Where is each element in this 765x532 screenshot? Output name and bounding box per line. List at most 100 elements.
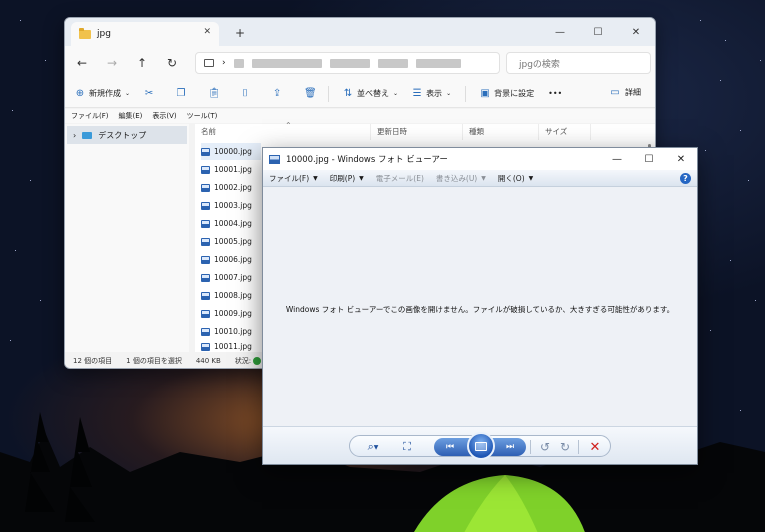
desktop-icon	[82, 131, 93, 139]
image-file-icon	[201, 219, 210, 228]
star	[748, 180, 749, 181]
delete-icon[interactable]: 🗑︎	[304, 88, 317, 99]
selection-count: 1 個の項目を選択	[126, 357, 182, 365]
details-button[interactable]: ▭ 詳細	[610, 87, 641, 98]
copy-icon[interactable]: ❐	[176, 88, 186, 99]
caret-down-icon: ▼	[528, 174, 534, 182]
help-icon[interactable]: ?	[680, 173, 691, 184]
viewer-titlebar: 10000.jpg - Windows フォト ビューアー — ☐ ✕	[263, 148, 697, 170]
star	[45, 60, 46, 61]
cut-icon[interactable]: ✂	[144, 88, 154, 99]
folder-icon	[79, 27, 91, 39]
image-file-icon	[201, 255, 210, 264]
column-header-size[interactable]: サイズ	[539, 124, 591, 140]
toolbar-divider	[465, 85, 467, 102]
menu-file[interactable]: ファイル(F) ▼	[269, 173, 318, 184]
error-message: Windows フォト ビューアーでこの画像を開けません。ファイルが破損している…	[285, 305, 675, 314]
search-input[interactable]: jpgの検索	[506, 52, 651, 74]
rotate-ccw-icon[interactable]: ↺	[536, 439, 554, 455]
blurred-path-segment	[415, 58, 461, 68]
menu-edit[interactable]: 編集(E)	[119, 111, 143, 121]
control-divider	[530, 440, 531, 454]
column-header-name[interactable]: 名前	[195, 124, 371, 140]
address-input[interactable]: ›	[195, 52, 500, 74]
star	[755, 300, 756, 301]
new-button[interactable]: ⊕ 新規作成 ⌄	[75, 88, 130, 99]
star	[725, 40, 726, 41]
close-icon[interactable]: ✕	[665, 148, 697, 170]
refresh-icon[interactable]: ↻	[157, 56, 187, 70]
delete-icon[interactable]: ✕	[586, 439, 604, 455]
sort-icon: ⇅	[343, 87, 353, 99]
star	[20, 20, 21, 21]
chevron-down-icon: ⌄	[393, 90, 399, 97]
explorer-tab[interactable]: jpg ✕	[71, 22, 219, 46]
blurred-path-segment	[233, 58, 244, 68]
star	[700, 20, 701, 21]
image-canvas: Windows フォト ビューアーでこの画像を開けません。ファイルが破損している…	[263, 188, 697, 428]
star	[710, 330, 711, 331]
chevron-down-icon: ⌄	[446, 90, 452, 97]
menu-email[interactable]: 電子メール(E)	[376, 173, 424, 184]
expand-chevron-icon[interactable]: ›	[73, 131, 76, 140]
nav-item-desktop[interactable]: › デスクトップ	[67, 126, 187, 144]
image-file-icon	[201, 342, 210, 351]
chevron-right-icon: ›	[222, 58, 226, 68]
minimize-icon[interactable]: —	[601, 148, 633, 170]
caret-down-icon: ▼	[481, 174, 486, 182]
slideshow-icon	[475, 441, 487, 451]
column-header-modified[interactable]: 更新日時	[371, 124, 463, 140]
star	[760, 60, 761, 61]
star	[15, 250, 16, 251]
maximize-icon[interactable]: ☐	[579, 18, 617, 46]
rotate-cw-icon[interactable]: ↻	[556, 439, 574, 455]
maximize-icon[interactable]: ☐	[633, 148, 665, 170]
view-icon: ☰	[412, 87, 422, 99]
next-icon[interactable]: ⏭	[500, 440, 520, 454]
sort-button[interactable]: ⇅ 並べ替え ⌄	[343, 88, 398, 99]
tab-close-icon[interactable]: ✕	[203, 27, 211, 37]
back-icon[interactable]: ←	[67, 56, 97, 70]
previous-icon[interactable]: ⏮	[440, 440, 460, 454]
image-file-icon	[201, 291, 210, 300]
share-icon[interactable]: ⇪	[272, 88, 282, 99]
menu-burn[interactable]: 書き込み(U) ▼	[436, 173, 486, 184]
photo-viewer-app-icon	[269, 154, 280, 164]
actual-size-icon[interactable]: ⛶	[398, 439, 416, 455]
explorer-menubar: ファイル(F) 編集(E) 表示(V) ツール(T)	[65, 109, 655, 123]
minimize-icon[interactable]: —	[541, 18, 579, 46]
up-icon[interactable]: ↑	[127, 56, 157, 70]
set-background-button[interactable]: ▣ 背景に設定	[480, 88, 534, 99]
close-icon[interactable]: ✕	[617, 18, 655, 46]
chevron-down-icon: ⌄	[125, 90, 131, 97]
star	[740, 410, 741, 411]
wallpaper-icon: ▣	[480, 87, 490, 99]
star	[705, 150, 706, 151]
menu-view[interactable]: 表示(V)	[152, 111, 176, 121]
menu-print[interactable]: 印刷(P) ▼	[330, 173, 364, 184]
details-pane-icon: ▭	[610, 86, 620, 98]
more-button[interactable]: •••	[548, 89, 562, 98]
slideshow-button[interactable]	[467, 432, 495, 460]
zoom-icon[interactable]: ⌕ ▼	[360, 439, 386, 455]
paste-icon[interactable]: 📋︎	[208, 88, 221, 99]
view-button[interactable]: ☰ 表示 ⌄	[412, 87, 452, 99]
blurred-path-segment	[377, 58, 408, 68]
star	[30, 180, 31, 181]
forward-icon[interactable]: →	[97, 56, 127, 70]
new-tab-icon[interactable]: +	[235, 26, 245, 40]
star	[730, 260, 731, 261]
file-row[interactable]: 10000.jpg	[201, 143, 261, 160]
star	[10, 340, 11, 341]
image-file-icon	[201, 147, 210, 156]
menu-tools[interactable]: ツール(T)	[187, 111, 218, 121]
rename-icon[interactable]: ⌷	[240, 88, 250, 99]
caret-down-icon: ▼	[373, 443, 379, 451]
menu-open[interactable]: 開く(O) ▼	[498, 173, 533, 184]
column-header-type[interactable]: 種類	[463, 124, 539, 140]
image-file-icon	[201, 237, 210, 246]
menu-file[interactable]: ファイル(F)	[71, 111, 109, 121]
toolbar-divider	[328, 85, 330, 102]
more-icon: •••	[548, 89, 563, 98]
tent-image	[414, 475, 585, 532]
